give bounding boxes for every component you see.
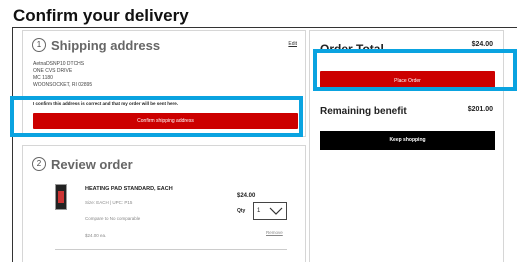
remaining-benefit-value: $201.00 (467, 106, 493, 113)
quantity-label: Qty (237, 208, 246, 214)
keep-shopping-button[interactable]: Keep shopping (320, 131, 495, 150)
product-name[interactable]: HEATING PAD STANDARD, EACH (85, 186, 173, 192)
product-price: $24.00 (237, 193, 256, 199)
edit-address-link[interactable]: Edit (288, 41, 297, 47)
order-total-value: $24.00 (471, 41, 493, 48)
review-order-title: Review order (51, 157, 133, 172)
divider (55, 249, 287, 250)
address-line-unit: MC 1180 (33, 75, 53, 81)
remaining-benefit-label: Remaining benefit (320, 106, 407, 117)
product-image[interactable] (55, 184, 67, 210)
step-number: 1 (32, 38, 46, 52)
step-number: 2 (32, 157, 46, 171)
page-title: Confirm your delivery (13, 6, 189, 25)
product-unit-price: $24.00 ea. (85, 233, 107, 238)
review-order-card: 2 Review order HEATING PAD STANDARD, EAC… (22, 145, 306, 262)
chevron-down-icon (269, 207, 283, 215)
address-line-name: AetnaDSNP10 DTCHS (33, 61, 85, 67)
quantity-select[interactable]: 1 (253, 202, 287, 220)
frame-divider-top (12, 27, 517, 28)
highlight-confirm-box (10, 96, 303, 137)
product-compare: Compare to No comparable (85, 216, 141, 221)
product-meta: Size: EACH | UPC: P15 (85, 200, 133, 205)
address-line-city: WOONSOCKET, RI 02895 (33, 82, 93, 88)
shipping-address-title: Shipping address (51, 38, 161, 53)
address-line-street: ONE CVS DRIVE (33, 68, 73, 74)
quantity-value: 1 (257, 208, 261, 214)
remove-item-link[interactable]: Remove (266, 230, 283, 235)
frame-divider-left (12, 27, 13, 262)
highlight-place-order-box (313, 49, 517, 91)
